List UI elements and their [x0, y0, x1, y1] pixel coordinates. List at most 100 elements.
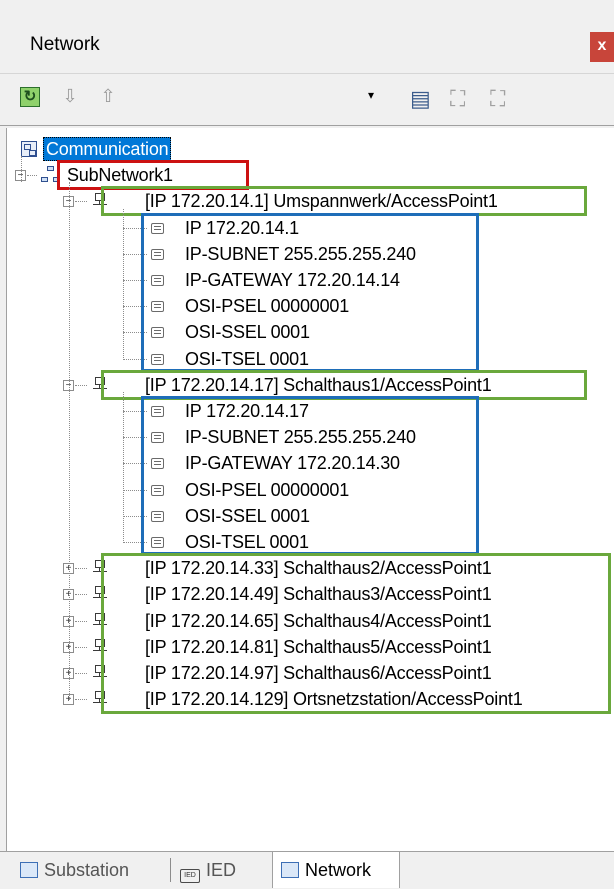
tree-node-access-point[interactable]: + [IP 172.20.14.33] Schalthaus2/AccessPoi… [7, 555, 614, 581]
tree-node-subnetwork[interactable]: − SubNetwork1 [7, 162, 607, 188]
property-icon [151, 248, 164, 260]
tree-connector [21, 156, 22, 183]
panel-title: Network [30, 34, 100, 55]
tree-connector [75, 673, 87, 674]
tree-connector [123, 411, 147, 412]
access-point-icon [93, 193, 107, 209]
tree-node-property[interactable]: IP-GATEWAY 172.20.14.30 [7, 450, 607, 476]
tree-connector [75, 646, 87, 648]
tree-node-access-point[interactable]: + [IP 172.20.14.129] Ortsnetzstation/Acce… [7, 686, 614, 712]
tree-connector [123, 253, 147, 255]
tree-label: [IP 172.20.14.129] Ortsnetzstation/Acces… [145, 689, 523, 710]
tree-label: IP 172.20.14.1 [185, 217, 299, 238]
tab-network-label: Network [305, 860, 372, 880]
property-icon [151, 510, 164, 522]
tree-node-property[interactable]: IP-SUBNET 255.255.255.240 [7, 241, 607, 267]
tree-node-access-point[interactable]: + [IP 172.20.14.81] Schalthaus5/AccessPoi… [7, 634, 614, 660]
tree-label: [IP 172.20.14.33] Schalthaus2/AccessPoin… [145, 558, 492, 579]
tree-connector [123, 392, 124, 544]
tree-node-access-point[interactable]: + [IP 172.20.14.49] Schalthaus3/AccessPoi… [7, 581, 614, 607]
tree-node-property[interactable]: OSI-PSEL 00000001 [7, 477, 607, 503]
tree-connector [75, 594, 87, 596]
tree-connector [75, 699, 87, 701]
tree-label: [IP 172.20.14.81] Schalthaus5/AccessPoin… [145, 636, 492, 657]
network-tree[interactable]: Communication − SubNetwork1− [IP 172.20.14.… [6, 128, 614, 851]
tree-node-property[interactable]: OSI-PSEL 00000001 [7, 293, 607, 319]
tree-label: [IP 172.20.14.1] Umspannwerk/AccessPoint… [145, 191, 498, 212]
tree-node-communication[interactable]: Communication [7, 136, 607, 162]
tree-connector [123, 463, 147, 465]
tree-label: IP-SUBNET 255.255.255.240 [185, 427, 416, 448]
access-point-icon [93, 638, 107, 655]
tree-connector [123, 280, 147, 281]
tree-node-property[interactable]: OSI-TSEL 0001 [7, 529, 607, 555]
access-point-icon [93, 665, 107, 681]
tree-connector [75, 568, 87, 570]
tab-network[interactable]: Network [272, 852, 400, 888]
tree-connector [123, 358, 147, 360]
tree-node-access-point[interactable]: − [IP 172.20.14.1] Umspannwerk/AccessPoin… [7, 188, 614, 214]
access-point-icon [93, 586, 107, 602]
property-icon [151, 537, 164, 548]
tree-label: SubNetwork1 [67, 165, 173, 186]
tree-label: OSI-SSEL 0001 [185, 322, 310, 343]
tab-ied-label: IED [206, 860, 237, 880]
tree-connector [75, 384, 87, 386]
access-point-icon [93, 691, 107, 707]
tree-label: Communication [43, 137, 172, 161]
access-point-icon [93, 612, 107, 629]
title-bar: Network x [0, 0, 614, 74]
tree-connector [123, 489, 147, 491]
tree-label: [IP 172.20.14.97] Schalthaus6/AccessPoin… [145, 663, 492, 683]
tree-connector [69, 182, 70, 701]
tree-node-property[interactable]: OSI-TSEL 0001 [7, 346, 607, 372]
tree-label: [IP 172.20.14.49] Schalthaus3/AccessPoin… [145, 584, 492, 605]
property-icon [151, 222, 164, 234]
tree-node-access-point[interactable]: + [IP 172.20.14.65] Schalthaus4/AccessPoi… [7, 608, 614, 634]
tree-connector [123, 332, 147, 334]
tree-node-property[interactable]: IP-SUBNET 255.255.255.240 [7, 424, 607, 450]
tree-node-property[interactable]: IP-GATEWAY 172.20.14.14 [7, 267, 607, 293]
substation-icon [20, 862, 38, 878]
property-icon [151, 353, 164, 365]
tree-label: OSI-PSEL 00000001 [185, 479, 350, 500]
tree-node-property[interactable]: IP 172.20.14.17 [7, 398, 607, 424]
bottom-tabs: Substation IED IED Network [0, 851, 614, 889]
tree-connector [75, 201, 87, 203]
refresh-icon[interactable]: ↻ [20, 87, 40, 107]
tree-node-property[interactable]: OSI-SSEL 0001 [7, 319, 607, 345]
tab-substation[interactable]: Substation [20, 852, 160, 888]
chevron-down-icon[interactable]: ▾ [368, 88, 374, 102]
tree-connector [123, 515, 147, 517]
tree-node-property[interactable]: IP 172.20.14.1 [7, 215, 607, 241]
access-point-icon [93, 376, 107, 393]
access-point-icon [93, 560, 107, 576]
tree-connector [27, 175, 37, 177]
find-icon[interactable]: ▤ [410, 86, 431, 111]
find-next-icon[interactable]: ⛶ [450, 86, 470, 111]
filter-combobox[interactable] [124, 84, 384, 114]
property-icon [151, 458, 164, 470]
tree-label: IP-SUBNET 255.255.255.240 [185, 243, 416, 264]
tree-label: OSI-TSEL 0001 [185, 532, 309, 552]
network-panel: Network x ↻ ⇩ ⇧ ▾ ▤ ⛶ ⛶ Communication − Su… [0, 0, 614, 889]
close-button[interactable]: x [590, 32, 614, 62]
subnetwork-icon [41, 166, 61, 184]
ied-icon: IED [180, 869, 200, 883]
property-icon [151, 301, 164, 313]
tab-ied[interactable]: IED IED [180, 852, 260, 888]
tree-connector [123, 542, 147, 543]
tree-node-access-point[interactable]: + [IP 172.20.14.97] Schalthaus6/AccessPoi… [7, 660, 614, 686]
tree-connector [123, 208, 124, 360]
tree-label: IP 172.20.14.17 [185, 401, 309, 421]
tree-node-access-point[interactable]: − [IP 172.20.14.17] Schalthaus1/AccessPoi… [7, 372, 614, 398]
arrow-up-icon[interactable]: ⇧ [98, 86, 118, 106]
tree-node-property[interactable]: OSI-SSEL 0001 [7, 503, 607, 529]
communication-icon [21, 141, 37, 157]
tree-label: OSI-SSEL 0001 [185, 505, 310, 526]
arrow-down-icon[interactable]: ⇩ [60, 86, 80, 106]
find-previous-icon[interactable]: ⛶ [490, 86, 510, 111]
tree-connector [123, 306, 147, 308]
network-icon [281, 862, 299, 878]
tree-label: OSI-TSEL 0001 [185, 348, 309, 369]
